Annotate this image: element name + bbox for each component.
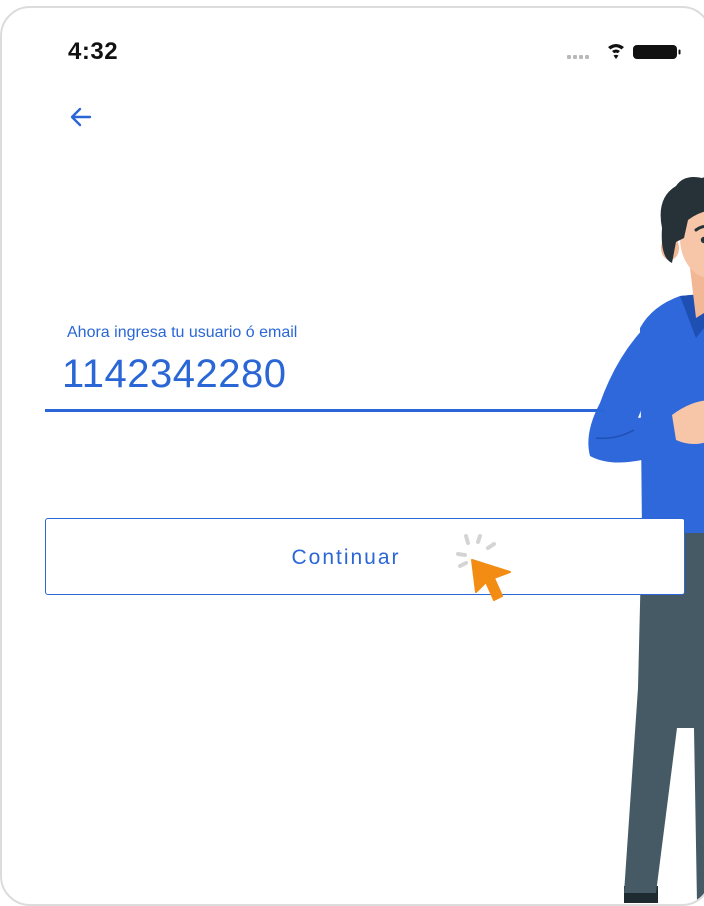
continue-button[interactable]: Continuar	[45, 518, 685, 595]
phone-frame: 4:32 Ahora ingresa tu usuario ó email 11…	[0, 6, 704, 906]
back-arrow-icon[interactable]	[66, 104, 96, 134]
login-input[interactable]: 1142342280	[62, 352, 287, 397]
battery-icon	[633, 45, 681, 59]
cellular-dots-icon	[567, 55, 589, 59]
status-icons	[567, 44, 681, 59]
login-field-label: Ahora ingresa tu usuario ó email	[67, 324, 298, 341]
wifi-icon	[608, 44, 624, 59]
login-input-underline	[45, 409, 605, 412]
continue-button-label: Continuar	[291, 546, 401, 569]
click-cursor-icon	[456, 534, 511, 601]
status-time: 4:32	[68, 38, 119, 65]
